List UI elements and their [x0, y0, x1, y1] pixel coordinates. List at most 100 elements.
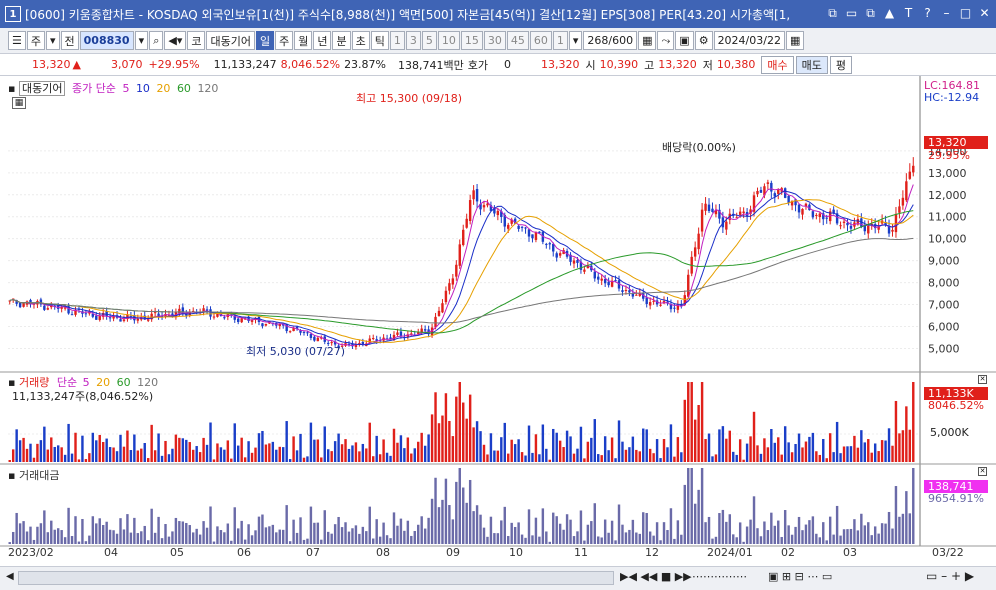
amount-bar	[70, 536, 74, 544]
amount-bar	[617, 504, 621, 544]
amount-bar	[898, 516, 901, 544]
amount-bar	[783, 510, 787, 544]
window-number-badge: 1	[5, 6, 21, 22]
volume-bar	[780, 454, 783, 462]
amount-bar	[877, 533, 880, 544]
volume-bar	[143, 443, 146, 462]
search-icon[interactable]: ⌕	[149, 31, 164, 50]
sell-button[interactable]: 매도	[795, 55, 828, 74]
amount-bar	[91, 516, 95, 544]
legend-ma10: 10	[135, 82, 150, 95]
open-label: 시	[585, 58, 596, 72]
amount-bar	[558, 523, 562, 544]
period-week[interactable]: 주	[275, 31, 294, 50]
volume-close-icon[interactable]: ✕	[978, 375, 987, 384]
volume-bar	[707, 433, 711, 462]
scroll-track[interactable]	[18, 571, 614, 585]
maximize-icon[interactable]: □	[958, 5, 973, 21]
interval-select[interactable]: 1	[552, 31, 568, 50]
help-icon[interactable]: ?	[920, 5, 935, 21]
period-minute[interactable]: 분	[332, 31, 351, 50]
interval-45[interactable]: 45	[506, 31, 529, 50]
flat-button[interactable]: 평	[829, 55, 852, 74]
buy-button[interactable]: 매수	[761, 55, 794, 74]
candle-body	[302, 331, 306, 333]
scroll-ruler-icon[interactable]: ⋯⋯⋯⋯⋯	[692, 570, 747, 583]
period-year[interactable]: 년	[313, 31, 332, 50]
amount-bar	[517, 522, 520, 544]
interval-30[interactable]: 30	[483, 31, 506, 50]
calendar-icon[interactable]: ▦	[785, 31, 805, 50]
volume-bar	[603, 436, 607, 462]
text-icon[interactable]: T	[901, 5, 916, 21]
volume-bar	[887, 428, 891, 462]
grid-toggle-icon[interactable]: ▦	[12, 97, 26, 109]
scroll-left-icon[interactable]: ◀	[6, 571, 14, 582]
amount-bar	[545, 531, 548, 544]
amount-bar	[77, 541, 81, 544]
interval-15[interactable]: 15	[460, 31, 483, 50]
candle-body	[593, 271, 596, 279]
volume-bar	[624, 449, 628, 462]
window-icon[interactable]: ▭	[844, 5, 859, 21]
volume-bar	[178, 437, 181, 462]
volume-bar	[105, 438, 108, 462]
speaker-icon[interactable]: ◀▾	[164, 31, 187, 50]
volume-bar	[759, 453, 763, 462]
chart-canvas[interactable]: 5,000 6,000 7,000 8,000 9,000 10,000 11,000 12,…	[0, 76, 996, 566]
minimize-icon[interactable]: –	[939, 5, 954, 21]
period-tick[interactable]: 틱	[370, 31, 389, 50]
restore-icon[interactable]: ⧉	[825, 5, 840, 21]
amount-bar	[209, 506, 212, 544]
legend-stock-name[interactable]: 대동기어	[18, 81, 66, 96]
amount-bar	[230, 540, 233, 544]
period-month[interactable]: 월	[294, 31, 313, 50]
count-input[interactable]: 268/600	[583, 31, 638, 50]
count-value: 268	[587, 34, 609, 47]
save-icon[interactable]: ▣	[675, 31, 694, 50]
interval-1[interactable]: 1	[389, 31, 405, 50]
tools-icon[interactable]: ▦	[638, 31, 657, 50]
zoom-controls-icon[interactable]: ▭ – + ▶	[926, 569, 974, 583]
type-dropdown-icon[interactable]: ▾	[46, 31, 60, 50]
amount-bar	[250, 535, 254, 544]
draw-icon[interactable]: ⤳	[657, 31, 675, 50]
interval-10[interactable]: 10	[437, 31, 460, 50]
scroll-first-icon[interactable]: ▶◀ ◀◀ ■ ▶▶	[620, 570, 692, 583]
candle-body	[818, 213, 822, 218]
interval-5[interactable]: 5	[421, 31, 437, 50]
amount-bar	[185, 522, 188, 544]
amount-bar	[323, 510, 326, 544]
period-day[interactable]: 일	[255, 31, 275, 50]
gear-icon[interactable]: ⚙	[694, 31, 713, 50]
amount-close-icon[interactable]: ✕	[978, 467, 987, 476]
chart-tools-icon[interactable]: ▣ ⊞ ⊟ ⋯ ▭	[768, 570, 832, 583]
volume-bar	[437, 423, 441, 462]
candle-body	[288, 331, 292, 333]
chart-scrollbar[interactable]: ◀ ▶◀ ◀◀ ■ ▶▶ ⋯⋯⋯⋯⋯ ▣ ⊞ ⊟ ⋯ ▭ ▭ – + ▶	[0, 566, 996, 590]
link-icon[interactable]: ⧉	[863, 5, 878, 21]
date-input[interactable]: 2024/03/22	[713, 31, 785, 50]
close-icon[interactable]: ✕	[977, 5, 992, 21]
amount-bar	[766, 530, 770, 544]
period-second[interactable]: 초	[351, 31, 370, 50]
volume-bar	[448, 420, 451, 462]
interval-3[interactable]: 3	[405, 31, 421, 50]
legend-ma-label[interactable]: 종가 단순	[72, 82, 116, 95]
amount-bar	[659, 540, 662, 544]
mode-select[interactable]: 전	[60, 31, 79, 50]
menu-icon[interactable]: ☰	[8, 31, 26, 50]
interval-dropdown-icon[interactable]: ▾	[568, 31, 583, 50]
amount-legend-title[interactable]: 거래대금	[19, 469, 59, 482]
code-dropdown-icon[interactable]: ▾	[134, 31, 149, 50]
volume-bar	[725, 438, 728, 462]
stock-code-input[interactable]: 008830	[79, 31, 134, 50]
interval-60[interactable]: 60	[529, 31, 552, 50]
volume-bar	[22, 437, 25, 462]
amount-bar	[908, 513, 912, 544]
amount-bar	[662, 522, 666, 544]
amount-bar	[552, 512, 555, 544]
volume-bar	[642, 428, 645, 462]
up-icon[interactable]: ▲	[882, 5, 897, 21]
type-select[interactable]: 주	[26, 31, 45, 50]
